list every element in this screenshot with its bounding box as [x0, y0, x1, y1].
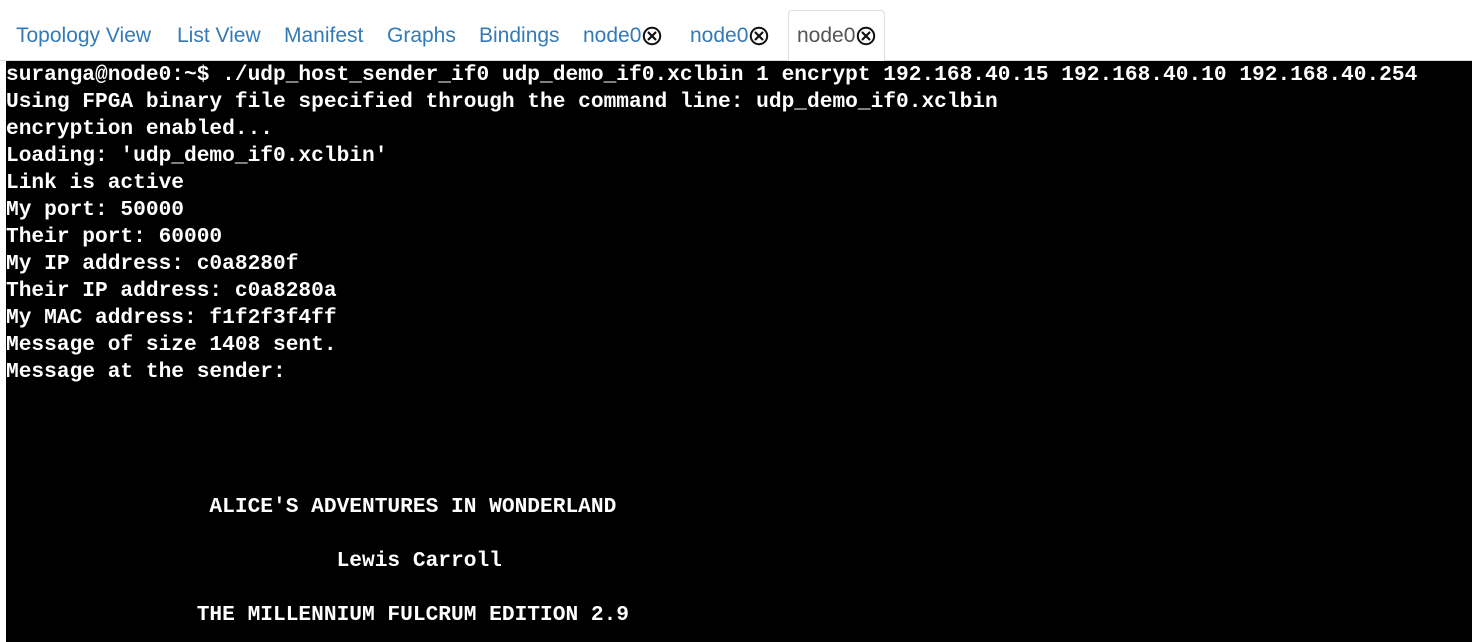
terminal-line: My IP address: c0a8280f	[6, 252, 299, 276]
tab-label: Topology View	[16, 23, 152, 47]
terminal-line: Message at the sender:	[6, 360, 286, 384]
terminal-line: encryption enabled...	[6, 117, 274, 141]
terminal-line: Lewis Carroll	[6, 549, 502, 573]
tab-graphs[interactable]: Graphs	[379, 10, 464, 61]
tab-label: node0	[583, 23, 642, 47]
terminal-line: My port: 50000	[6, 198, 185, 222]
terminal-line: THE MILLENNIUM FULCRUM EDITION 2.9	[6, 603, 630, 627]
tab-node0-1[interactable]: node0	[575, 10, 670, 61]
tab-label: node0	[690, 23, 749, 47]
terminal-line: My MAC address: f1f2f3f4ff	[6, 306, 337, 330]
terminal-line: Message of size 1408 sent.	[6, 333, 337, 357]
tab-label: Manifest	[284, 23, 364, 47]
terminal-line: Their IP address: c0a8280a	[6, 279, 337, 303]
tab-node0-3-active[interactable]: node0	[788, 10, 886, 62]
terminal-line: suranga@node0:~$ ./udp_host_sender_if0 u…	[6, 63, 1418, 87]
close-circle-icon[interactable]	[856, 26, 876, 46]
terminal-line: Loading: 'udp_demo_if0.xclbin'	[6, 144, 388, 168]
terminal-window[interactable]: suranga@node0:~$ ./udp_host_sender_if0 u…	[6, 61, 1472, 642]
tab-node0-2[interactable]: node0	[682, 10, 777, 61]
tab-label: node0	[797, 24, 856, 47]
tab-label: Bindings	[479, 23, 560, 47]
tab-manifest[interactable]: Manifest	[276, 10, 371, 61]
terminal-line: ALICE'S ADVENTURES IN WONDERLAND	[6, 495, 617, 519]
close-circle-icon[interactable]	[642, 26, 662, 46]
tab-bindings[interactable]: Bindings	[471, 10, 568, 61]
tab-topology-view[interactable]: Topology View	[8, 10, 159, 61]
terminal-line: Link is active	[6, 171, 185, 195]
close-circle-icon[interactable]	[749, 26, 769, 46]
terminal-line: Their port: 60000	[6, 225, 223, 249]
tab-label: List View	[177, 23, 261, 47]
terminal-line: Using FPGA binary file specified through…	[6, 90, 998, 114]
tab-list-view[interactable]: List View	[169, 10, 269, 61]
tab-bar: Topology View List View Manifest Graphs …	[0, 0, 1472, 62]
tab-label: Graphs	[387, 23, 456, 47]
